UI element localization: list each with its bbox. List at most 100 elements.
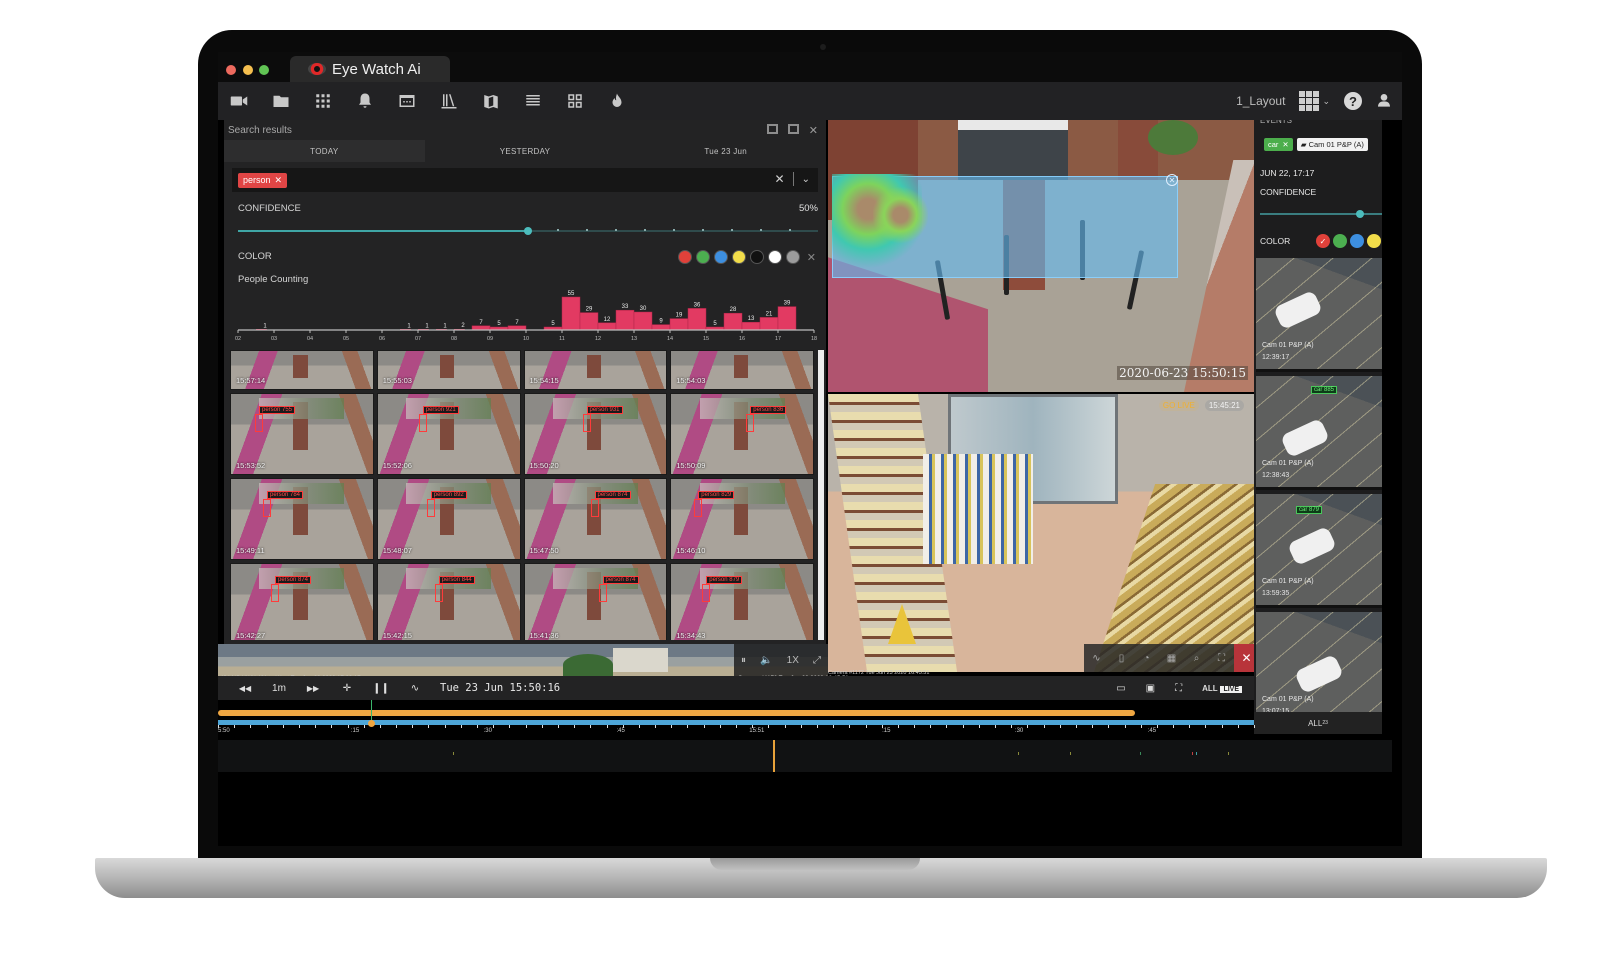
camera-view-entrance[interactable]: ✕ 2020-06-23 15:50:15 [828,120,1254,392]
film-icon[interactable]: ▭ [1116,683,1125,694]
search-result-thumbnail[interactable]: 15:57:14 [230,350,374,390]
tiles-icon[interactable]: ▦ [1159,644,1184,672]
clear-colors-icon[interactable]: ✕ [807,251,816,264]
playhead-handle[interactable] [368,720,376,727]
export-icon[interactable]: ▣ [1146,683,1155,694]
scrollbar[interactable] [818,350,824,640]
tab-today[interactable]: TODAY [224,140,425,162]
tiles-icon[interactable] [554,82,596,120]
filter-chip-person[interactable]: person ✕ [238,172,288,188]
event-marker[interactable] [1192,752,1193,755]
slider-handle[interactable] [524,227,532,235]
filter-chip-camera[interactable]: ▰ Cam 01 P&P (A) [1296,138,1368,151]
search-result-thumbnail[interactable]: 15:52:06 person 921 [376,393,521,475]
fullscreen-icon[interactable]: ⛶ [1175,683,1182,694]
dock-right-icon[interactable] [787,124,799,134]
fast-forward-button[interactable]: ▶▶ [296,684,330,693]
search-result-thumbnail[interactable]: 15:53:52 person 755 [230,393,374,475]
help-icon[interactable]: ? [1344,92,1362,110]
search-result-thumbnail[interactable]: 15:34:43 person 879 [670,563,814,640]
timeline[interactable]: 5:50:15:30:45 15:51:15:30:45 [218,700,1255,740]
layout-selector[interactable]: ⌄ [1299,91,1330,111]
speed-icon[interactable]: ◔ [1134,644,1159,672]
event-marker[interactable] [1018,752,1019,755]
chip-remove-icon[interactable]: ✕ [275,175,283,186]
search-result-thumbnail[interactable]: 15:42:27 person 874 [230,563,374,640]
events-confidence-slider[interactable] [1260,210,1382,218]
tab-date[interactable]: Tue 23 Jun [625,140,826,162]
search-result-thumbnail[interactable]: 15:54:03 [670,350,814,390]
list-icon[interactable] [512,82,554,120]
grid-dots-icon[interactable] [302,82,344,120]
live-toggle[interactable]: ALL LIVE [1202,683,1242,694]
rewind-button[interactable]: ◀◀ [228,684,262,693]
tab-yesterday[interactable]: YESTERDAY [425,140,626,162]
folder-icon[interactable] [260,82,302,120]
activity-icon[interactable]: ∿ [398,683,432,694]
map-icon[interactable]: ▯ [1109,644,1134,672]
dock-left-icon[interactable] [766,124,778,134]
chip-remove-icon[interactable]: ✕ [1282,140,1288,149]
slider-handle[interactable] [1356,210,1364,218]
color-swatch[interactable] [1350,234,1364,248]
window-minimize-button[interactable] [243,65,253,75]
camera-view-store[interactable]: GO LIVE 15:45:21 [828,394,1254,672]
app-tab[interactable]: Eye Watch Ai [290,56,450,82]
clear-filter-icon[interactable]: ✕ [775,172,785,186]
color-swatch[interactable] [767,250,782,264]
speed-label[interactable]: 1X [787,655,799,666]
event-marker[interactable] [1228,752,1229,755]
fullscreen-icon[interactable]: ⛶ [1209,644,1234,672]
color-swatch[interactable] [677,250,692,264]
event-marker[interactable] [1196,752,1197,755]
bell-icon[interactable] [344,82,386,120]
step-selector[interactable]: 1m [262,683,296,694]
search-icon[interactable]: ⌕ [1184,644,1209,672]
event-marker[interactable] [1070,752,1071,755]
search-result-thumbnail[interactable]: 15:48:07 person 892 [376,478,521,560]
search-result-thumbnail[interactable]: 15:54:15 [523,350,668,390]
color-swatch[interactable] [713,250,728,264]
object-filter-input[interactable]: person ✕ ✕ ⌄ [232,168,818,192]
search-result-thumbnail[interactable]: 15:47:50 person 874 [523,478,668,560]
events-all-button[interactable]: ALL 23 [1254,712,1382,734]
events-track[interactable] [218,740,1392,772]
chevron-down-icon[interactable]: ⌄ [802,174,810,185]
search-result-thumbnail[interactable]: 15:42:15 person 844 [376,563,521,640]
event-marker[interactable] [1140,752,1141,755]
volume-icon[interactable]: 🔈 [760,655,772,666]
search-result-thumbnail[interactable]: 15:49:11 person 784 [230,478,374,560]
library-icon[interactable] [428,82,470,120]
map-icon[interactable] [470,82,512,120]
window-close-button[interactable] [226,65,236,75]
sync-icon[interactable]: ✛ [330,683,364,694]
color-swatch[interactable] [1367,234,1381,248]
zone-close-icon[interactable]: ✕ [1166,174,1178,186]
search-result-thumbnail[interactable]: 15:46:10 person 829 [670,478,814,560]
search-result-thumbnail[interactable]: 15:41:36 person 874 [523,563,668,640]
color-swatch[interactable]: ✓ [1316,234,1330,248]
event-thumbnail[interactable]: car 879 Cam 01 P&P (A) 13:59:35 [1256,494,1382,608]
color-swatch[interactable] [749,250,764,264]
event-thumbnail[interactable]: Cam 01 P&P (A) 13:07:15 [1256,612,1382,712]
calendar-icon[interactable] [386,82,428,120]
user-icon[interactable] [1376,92,1392,111]
event-marker[interactable] [453,752,454,755]
search-result-thumbnail[interactable]: 15:55:03 [376,350,521,390]
confidence-slider[interactable] [238,227,818,235]
expand-icon[interactable]: ⤢ [813,655,821,666]
camera-icon[interactable] [218,82,260,120]
pause-icon[interactable]: ⏸ [741,655,746,666]
filter-chip-car[interactable]: car ✕ [1264,138,1293,151]
window-maximize-button[interactable] [259,65,269,75]
go-live-badge[interactable]: GO LIVE [1158,400,1199,411]
event-thumbnail[interactable]: car 885 Cam 01 P&P (A) 12:38:43 [1256,376,1382,490]
color-swatch[interactable] [1333,234,1347,248]
pause-button[interactable]: ❙❙ [364,683,398,694]
color-swatch[interactable] [785,250,800,264]
color-swatch[interactable] [695,250,710,264]
close-icon[interactable]: ✕ [809,124,818,137]
search-result-thumbnail[interactable]: 15:50:09 person 836 [670,393,814,475]
flame-icon[interactable] [596,82,638,120]
color-swatch[interactable] [731,250,746,264]
